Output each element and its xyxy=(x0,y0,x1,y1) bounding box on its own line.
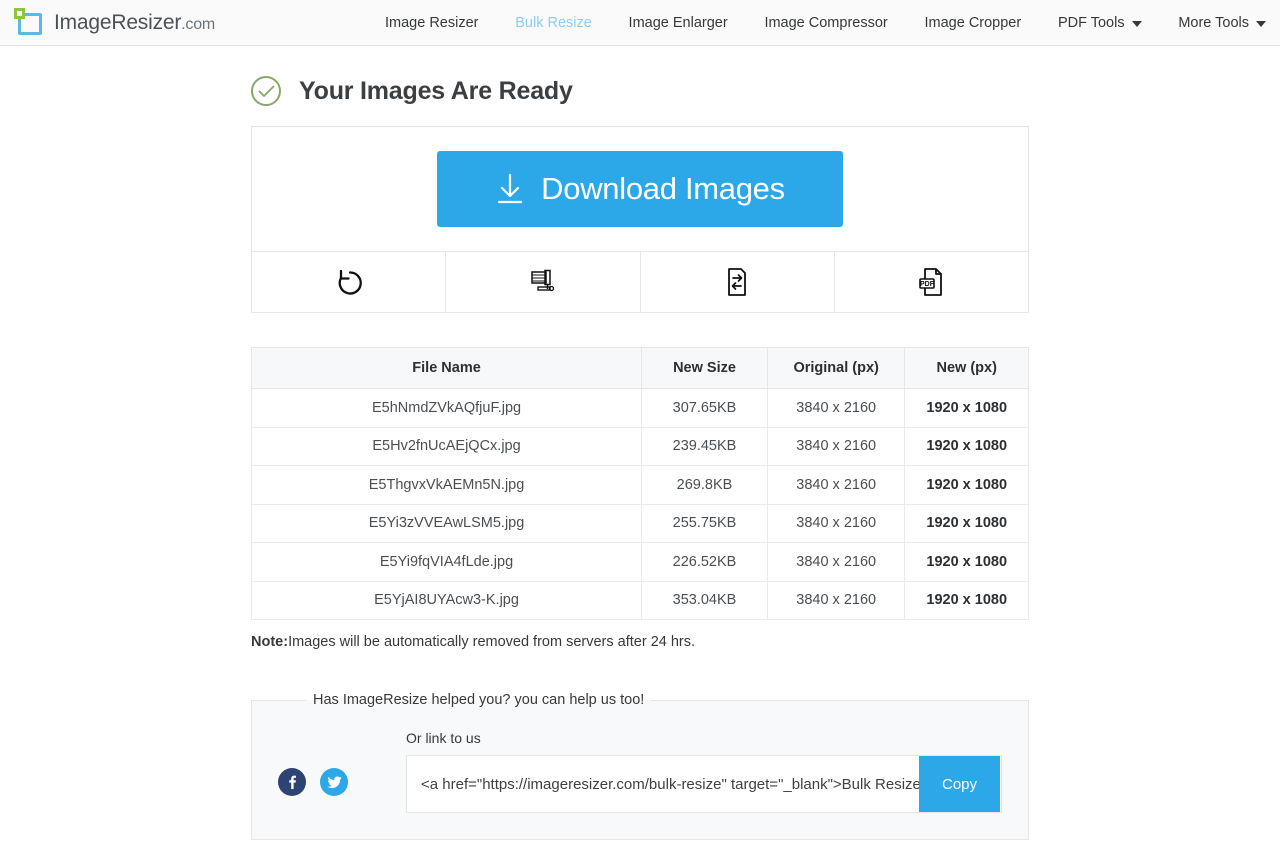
social-buttons xyxy=(278,730,406,796)
cell-new-size: 226.52KB xyxy=(641,542,768,582)
nav-label: PDF Tools xyxy=(1057,14,1125,31)
chevron-down-icon xyxy=(1131,21,1142,27)
to-pdf-button[interactable]: PDF xyxy=(835,252,1028,312)
compress-clamp-icon xyxy=(526,265,560,299)
cell-new-px: 1920 x 1080 xyxy=(904,542,1029,582)
cell-new-size: 307.65KB xyxy=(641,388,768,428)
cell-new-size: 353.04KB xyxy=(641,580,768,620)
page-title-row: Your Images Are Ready xyxy=(251,76,1029,106)
cell-file-name: E5ThgvxVkAEMn5N.jpg xyxy=(250,465,643,505)
table-row: E5Hv2fnUcAEjQCx.jpg 239.45KB 3840 x 2160… xyxy=(250,426,1029,466)
cell-new-size: 269.8KB xyxy=(641,465,768,505)
retention-note: Note:Images will be automatically remove… xyxy=(251,634,1029,650)
nav-label: Bulk Resize xyxy=(515,14,592,31)
cell-file-name: E5Hv2fnUcAEjQCx.jpg xyxy=(250,426,643,466)
facebook-icon[interactable] xyxy=(278,768,306,796)
main-content: Your Images Are Ready Download Images PD… xyxy=(250,46,1029,840)
resize-square-logo-icon xyxy=(14,7,44,38)
note-label: Note: xyxy=(251,634,289,650)
nav-item-more-tools[interactable]: More Tools xyxy=(1178,15,1266,31)
cell-file-name: E5hNmdZVkAQfjuF.jpg xyxy=(250,388,643,428)
share-body: Or link to us Copy xyxy=(278,730,1002,813)
compress-button[interactable] xyxy=(446,252,641,312)
note-text: Images will be automatically removed fro… xyxy=(288,634,696,650)
cell-original-px: 3840 x 2160 xyxy=(766,388,906,428)
twitter-icon[interactable] xyxy=(320,768,348,796)
table-row: E5hNmdZVkAQfjuF.jpg 307.65KB 3840 x 2160… xyxy=(250,388,1029,428)
pdf-document-icon: PDF xyxy=(915,265,947,299)
share-section: Has ImageResize helped you? you can help… xyxy=(251,692,1029,840)
download-button-label: Download Images xyxy=(541,171,785,206)
column-header-new-px: New (px) xyxy=(904,347,1029,389)
cell-original-px: 3840 x 2160 xyxy=(766,465,906,505)
nav-item-image-resizer[interactable]: Image Resizer xyxy=(385,15,478,31)
nav-label: Image Enlarger xyxy=(628,14,728,31)
share-legend: Has ImageResize helped you? you can help… xyxy=(313,692,645,708)
cell-original-px: 3840 x 2160 xyxy=(766,426,906,466)
nav-item-bulk-resize[interactable]: Bulk Resize xyxy=(515,15,592,31)
copy-button[interactable]: Copy xyxy=(919,756,1000,812)
table-header-row: File Name New Size Original (px) New (px… xyxy=(250,347,1029,389)
table-row: E5YjAI8UYAcw3-K.jpg 353.04KB 3840 x 2160… xyxy=(250,580,1029,620)
column-header-file-name: File Name xyxy=(250,347,643,389)
nav-item-image-compressor[interactable]: Image Compressor xyxy=(764,15,887,31)
cell-original-px: 3840 x 2160 xyxy=(766,580,906,620)
brand-logo[interactable]: ImageResizer.com xyxy=(14,7,216,38)
cell-original-px: 3840 x 2160 xyxy=(766,542,906,582)
link-embed-input[interactable] xyxy=(407,775,1001,793)
results-table: File Name New Size Original (px) New (px… xyxy=(250,347,1029,620)
cell-new-px: 1920 x 1080 xyxy=(904,465,1029,505)
cell-new-px: 1920 x 1080 xyxy=(904,580,1029,620)
site-header: ImageResizer.com Image Resizer Bulk Resi… xyxy=(0,0,1280,46)
nav-label: Image Cropper xyxy=(924,14,1022,31)
cell-original-px: 3840 x 2160 xyxy=(766,503,906,543)
main-nav: Image Resizer Bulk Resize Image Enlarger… xyxy=(385,0,1266,45)
cell-new-px: 1920 x 1080 xyxy=(904,426,1029,466)
cell-new-size: 239.45KB xyxy=(641,426,768,466)
chevron-down-icon xyxy=(1255,21,1266,27)
cell-new-px: 1920 x 1080 xyxy=(904,503,1029,543)
nav-item-pdf-tools[interactable]: PDF Tools xyxy=(1058,15,1142,31)
start-over-button[interactable] xyxy=(252,252,447,312)
cell-file-name: E5Yi3zVVEAwLSM5.jpg xyxy=(250,503,643,543)
link-embed-box: Copy xyxy=(406,755,1002,813)
cell-new-px: 1920 x 1080 xyxy=(904,388,1029,428)
table-row: E5ThgvxVkAEMn5N.jpg 269.8KB 3840 x 2160 … xyxy=(250,465,1029,505)
table-row: E5Yi9fqVIA4fLde.jpg 226.52KB 3840 x 2160… xyxy=(250,542,1029,582)
cell-file-name: E5Yi9fqVIA4fLde.jpg xyxy=(250,542,643,582)
check-circle-icon xyxy=(251,76,281,106)
download-area: Download Images xyxy=(252,127,1028,251)
table-row: E5Yi3zVVEAwLSM5.jpg 255.75KB 3840 x 2160… xyxy=(250,503,1029,543)
convert-document-icon xyxy=(722,265,752,299)
undo-arrow-icon xyxy=(332,265,366,299)
nav-item-image-cropper[interactable]: Image Cropper xyxy=(924,15,1021,31)
page-title: Your Images Are Ready xyxy=(299,76,573,105)
link-to-us-label: Or link to us xyxy=(406,730,481,746)
nav-item-image-enlarger[interactable]: Image Enlarger xyxy=(629,15,728,31)
brand-suffix: .com xyxy=(181,15,216,33)
cell-file-name: E5YjAI8UYAcw3-K.jpg xyxy=(250,580,643,620)
cell-new-size: 255.75KB xyxy=(641,503,768,543)
column-header-original-px: Original (px) xyxy=(766,347,906,389)
column-header-new-size: New Size xyxy=(641,347,768,389)
nav-label: More Tools xyxy=(1178,14,1249,31)
convert-button[interactable] xyxy=(641,252,835,312)
nav-label: Image Resizer xyxy=(385,14,479,31)
brand-name: ImageResizer.com xyxy=(54,10,216,34)
download-panel: Download Images PDF xyxy=(251,126,1029,313)
download-arrow-icon xyxy=(495,172,525,206)
download-images-button[interactable]: Download Images xyxy=(437,151,843,227)
action-toolbar: PDF xyxy=(252,251,1028,312)
link-column: Or link to us Copy xyxy=(406,730,1002,813)
svg-text:PDF: PDF xyxy=(920,281,935,288)
nav-label: Image Compressor xyxy=(764,14,888,31)
